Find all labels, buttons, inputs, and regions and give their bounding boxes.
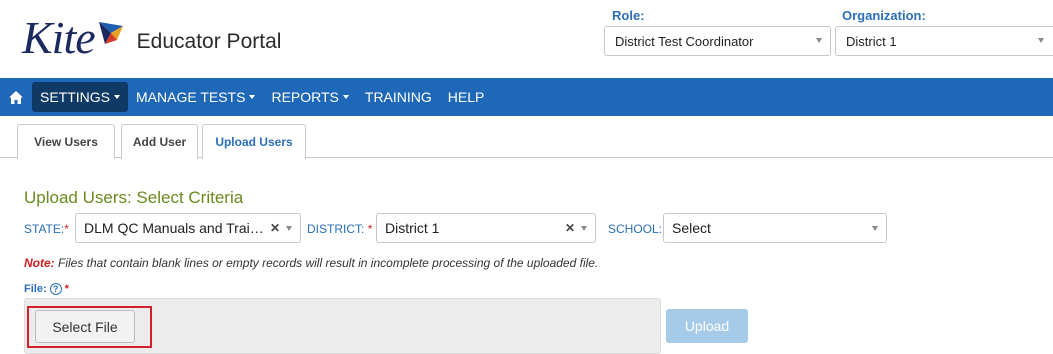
nav-training[interactable]: TRAINING: [357, 82, 440, 112]
tab-upload-users-label: Upload Users: [215, 135, 293, 149]
tab-view-users[interactable]: View Users: [17, 124, 115, 159]
nav-reports-label: REPORTS: [271, 89, 339, 105]
caret-down-icon: [342, 95, 349, 99]
tab-view-users-label: View Users: [34, 135, 98, 149]
tab-upload-users[interactable]: Upload Users: [202, 124, 306, 159]
file-label: File: ? *: [24, 283, 69, 295]
nav-training-label: TRAINING: [364, 89, 432, 105]
kite-icon: [98, 22, 123, 44]
chevron-down-icon: [872, 226, 878, 231]
note-text: Files that contain blank lines or empty …: [54, 256, 599, 270]
nav-settings[interactable]: SETTINGS: [32, 82, 129, 112]
tab-add-user[interactable]: Add User: [121, 124, 198, 159]
district-select[interactable]: District 1 ✕: [376, 213, 596, 243]
highlight-box: [27, 306, 152, 348]
school-value: Select: [672, 220, 711, 236]
upload-label: Upload: [684, 318, 730, 334]
portal-name: Educator Portal: [136, 30, 282, 53]
organization-value: District 1: [846, 33, 897, 49]
chevron-down-icon: [581, 226, 587, 231]
nav-home[interactable]: [0, 78, 32, 116]
nav-manage-tests-label: MANAGE TESTS: [136, 89, 246, 105]
nav-help[interactable]: HELP: [440, 82, 493, 112]
user-tabs: View Users Add User Upload Users: [0, 116, 1053, 159]
clear-x-icon[interactable]: ✕: [565, 221, 575, 235]
tab-add-user-label: Add User: [132, 135, 187, 149]
chevron-down-icon: [1038, 38, 1044, 43]
district-value: District 1: [385, 220, 440, 236]
page-title: Upload Users: Select Criteria: [24, 188, 244, 207]
nav-settings-label: SETTINGS: [40, 89, 111, 105]
role-label: Role:: [612, 8, 645, 23]
nav-help-label: HELP: [447, 89, 485, 105]
nav-manage-tests[interactable]: MANAGE TESTS: [128, 82, 263, 112]
chevron-down-icon: [286, 226, 292, 231]
file-required-mark: *: [64, 283, 69, 295]
header: Kite Educator Portal Role: District Test…: [0, 0, 1053, 78]
organization-select[interactable]: District 1: [835, 26, 1053, 56]
logo-kite-text: Kite: [22, 12, 96, 63]
note-prefix: Note:: [24, 256, 55, 270]
district-label: DISTRICT: *: [307, 222, 373, 236]
question-circle-icon[interactable]: ?: [49, 283, 62, 295]
chevron-down-icon: [816, 38, 822, 43]
organization-label: Organization:: [842, 8, 926, 23]
role-select[interactable]: District Test Coordinator: [604, 26, 831, 56]
caret-down-icon: [114, 95, 121, 99]
main-nav: SETTINGS MANAGE TESTS REPORTS TRAINING H…: [0, 78, 1053, 116]
home-icon: [9, 90, 23, 104]
kite-logo[interactable]: Kite Educator Portal: [22, 12, 282, 63]
role-value: District Test Coordinator: [615, 33, 754, 49]
school-label: SCHOOL:: [608, 222, 663, 236]
state-value: DLM QC Manuals and Trai…: [84, 220, 264, 236]
caret-down-icon: [249, 95, 256, 99]
state-label: STATE:*: [24, 222, 69, 236]
upload-note: Note: Files that contain blank lines or …: [24, 256, 598, 270]
nav-reports[interactable]: REPORTS: [263, 82, 356, 112]
school-select[interactable]: Select: [663, 213, 887, 243]
file-label-text: File:: [24, 283, 47, 295]
upload-button[interactable]: Upload: [666, 309, 748, 343]
state-select[interactable]: DLM QC Manuals and Trai… ✕: [75, 213, 301, 243]
clear-x-icon[interactable]: ✕: [270, 221, 280, 235]
